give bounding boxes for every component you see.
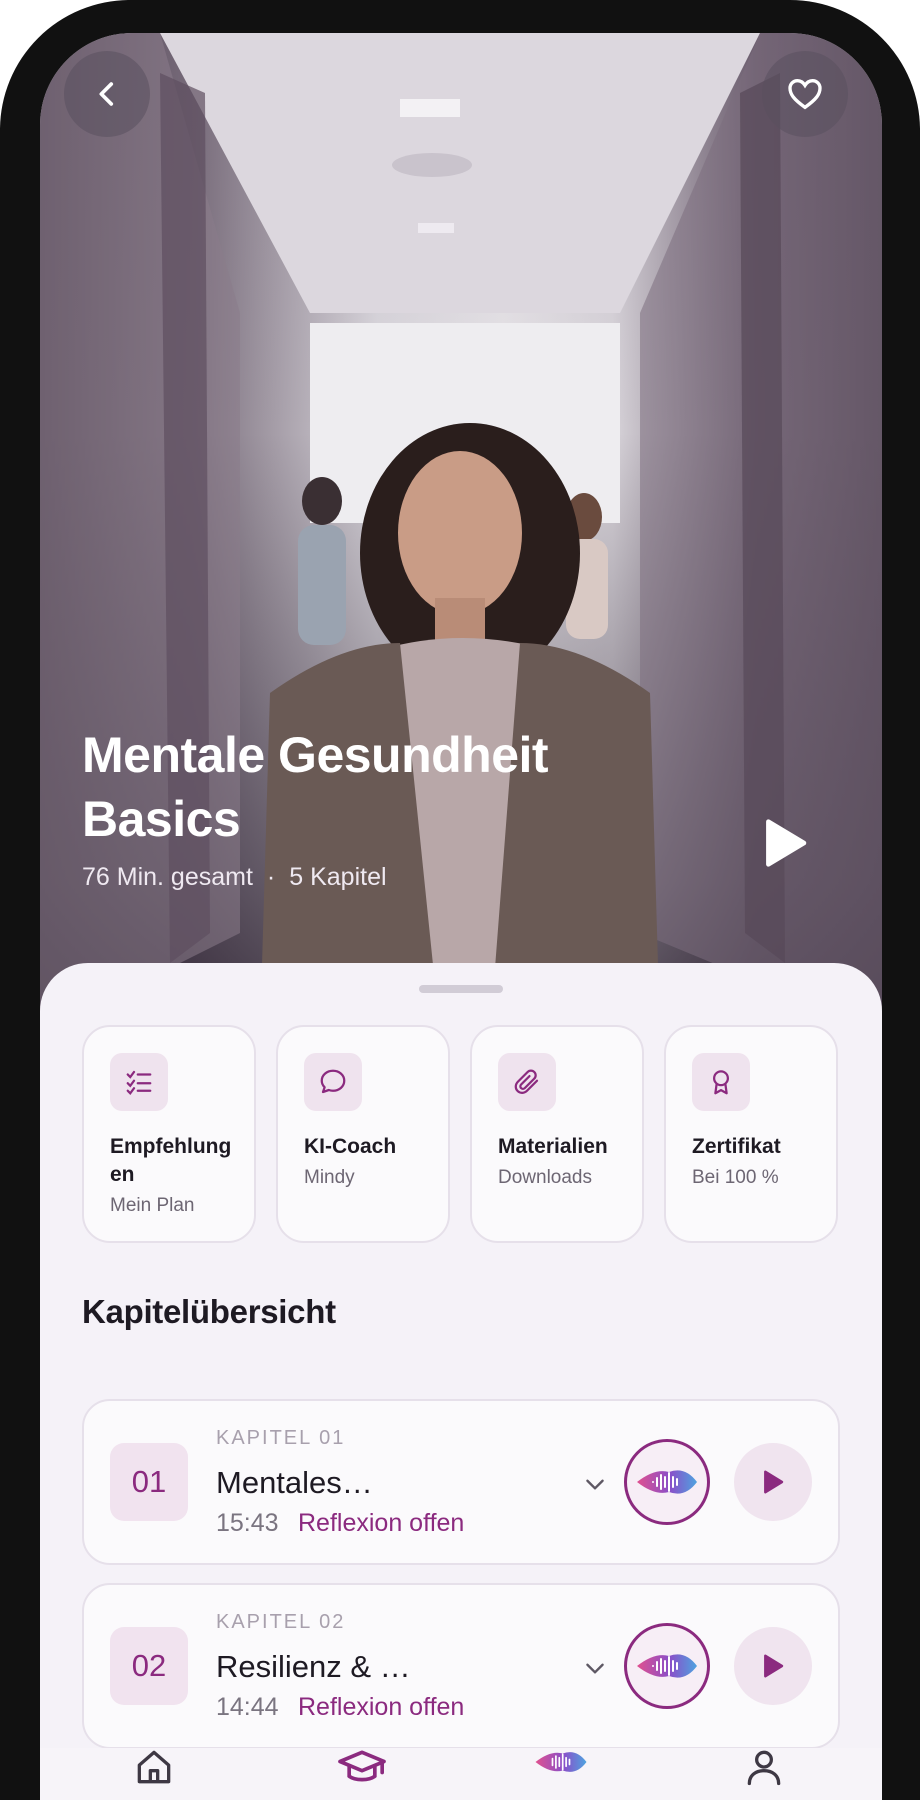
chapter-play-button[interactable]: [734, 1627, 812, 1705]
wave-logo-icon: [637, 1654, 697, 1678]
tab-home[interactable]: [124, 1745, 184, 1800]
card-title: Zertifikat: [692, 1135, 781, 1158]
checklist-icon: [110, 1053, 168, 1111]
chapter-play-button[interactable]: [734, 1443, 812, 1521]
wave-logo-icon: [637, 1470, 697, 1494]
tab-mindy[interactable]: [531, 1745, 591, 1800]
course-meta: 76 Min. gesamt · 5 Kapitel: [82, 863, 387, 892]
chapter-label: KAPITEL 01: [216, 1427, 346, 1449]
chapter-title: Resilienz & …: [216, 1649, 411, 1684]
chapter-row[interactable]: 02 KAPITEL 02 Resilienz & … 14:44 Reflex…: [82, 1583, 840, 1749]
chevron-down-icon: [586, 1663, 604, 1674]
expand-button[interactable]: [582, 1471, 608, 1502]
chapter-duration: 14:44: [216, 1693, 279, 1721]
back-button[interactable]: [64, 51, 150, 137]
app-screen: Mentale Gesundheit Basics 76 Min. gesamt…: [40, 33, 882, 1800]
expand-button[interactable]: [582, 1655, 608, 1686]
chapter-row[interactable]: 01 KAPITEL 01 Mentales… 15:43 Reflexion …: [82, 1399, 840, 1565]
content-sheet: Empfehlungen Mein Plan KI-Coach Mindy Ma…: [40, 963, 882, 1800]
favorite-button[interactable]: [762, 51, 848, 137]
chapter-label: KAPITEL 02: [216, 1611, 346, 1633]
card-title: Empfehlungen: [110, 1135, 232, 1186]
chapter-number: 02: [110, 1627, 188, 1705]
chevron-left-icon: [99, 82, 114, 106]
phone-frame: Mentale Gesundheit Basics 76 Min. gesamt…: [0, 0, 920, 1800]
card-title: Materialien: [498, 1135, 608, 1158]
card-title: KI-Coach: [304, 1135, 397, 1158]
card-subtitle: Bei 100 %: [692, 1167, 779, 1188]
play-course-button[interactable]: [740, 798, 830, 888]
wave-logo-icon: [535, 1752, 587, 1772]
chapter-status: Reflexion offen: [298, 1509, 465, 1537]
audio-summary-button[interactable]: [624, 1439, 710, 1525]
card-ai-coach[interactable]: KI-Coach Mindy: [276, 1025, 450, 1243]
course-chapter-count: 5 Kapitel: [289, 863, 387, 891]
play-icon: [766, 819, 807, 867]
meta-separator: ·: [266, 863, 276, 891]
card-materials[interactable]: Materialien Downloads: [470, 1025, 644, 1243]
award-icon: [692, 1053, 750, 1111]
audio-summary-button[interactable]: [624, 1623, 710, 1709]
chapter-number: 01: [110, 1443, 188, 1521]
home-icon: [137, 1750, 171, 1784]
profile-icon: [747, 1750, 781, 1786]
chapter-duration: 15:43: [216, 1509, 279, 1537]
card-subtitle: Downloads: [498, 1167, 592, 1188]
hero-image: Mentale Gesundheit Basics 76 Min. gesamt…: [40, 33, 882, 1033]
chat-bubble-icon: [304, 1053, 362, 1111]
sheet-grabber[interactable]: [419, 985, 503, 993]
tab-courses[interactable]: [332, 1745, 392, 1800]
chapter-overview-heading: Kapitelübersicht: [82, 1293, 336, 1330]
play-icon: [764, 1654, 784, 1678]
card-recommendations[interactable]: Empfehlungen Mein Plan: [82, 1025, 256, 1243]
chevron-down-icon: [586, 1479, 604, 1490]
paperclip-icon: [498, 1053, 556, 1111]
feature-cards: Empfehlungen Mein Plan KI-Coach Mindy Ma…: [82, 1025, 840, 1245]
play-icon: [764, 1470, 784, 1494]
card-certificate[interactable]: Zertifikat Bei 100 %: [664, 1025, 838, 1243]
chapter-status: Reflexion offen: [298, 1693, 465, 1721]
tab-profile[interactable]: [734, 1745, 794, 1800]
card-subtitle: Mein Plan: [110, 1195, 195, 1216]
course-title: Mentale Gesundheit Basics: [82, 727, 549, 847]
course-duration: 76 Min. gesamt: [82, 863, 253, 891]
graduation-cap-icon: [338, 1750, 386, 1782]
heart-icon: [788, 78, 822, 110]
chapter-title: Mentales…: [216, 1465, 373, 1500]
card-subtitle: Mindy: [304, 1167, 355, 1188]
